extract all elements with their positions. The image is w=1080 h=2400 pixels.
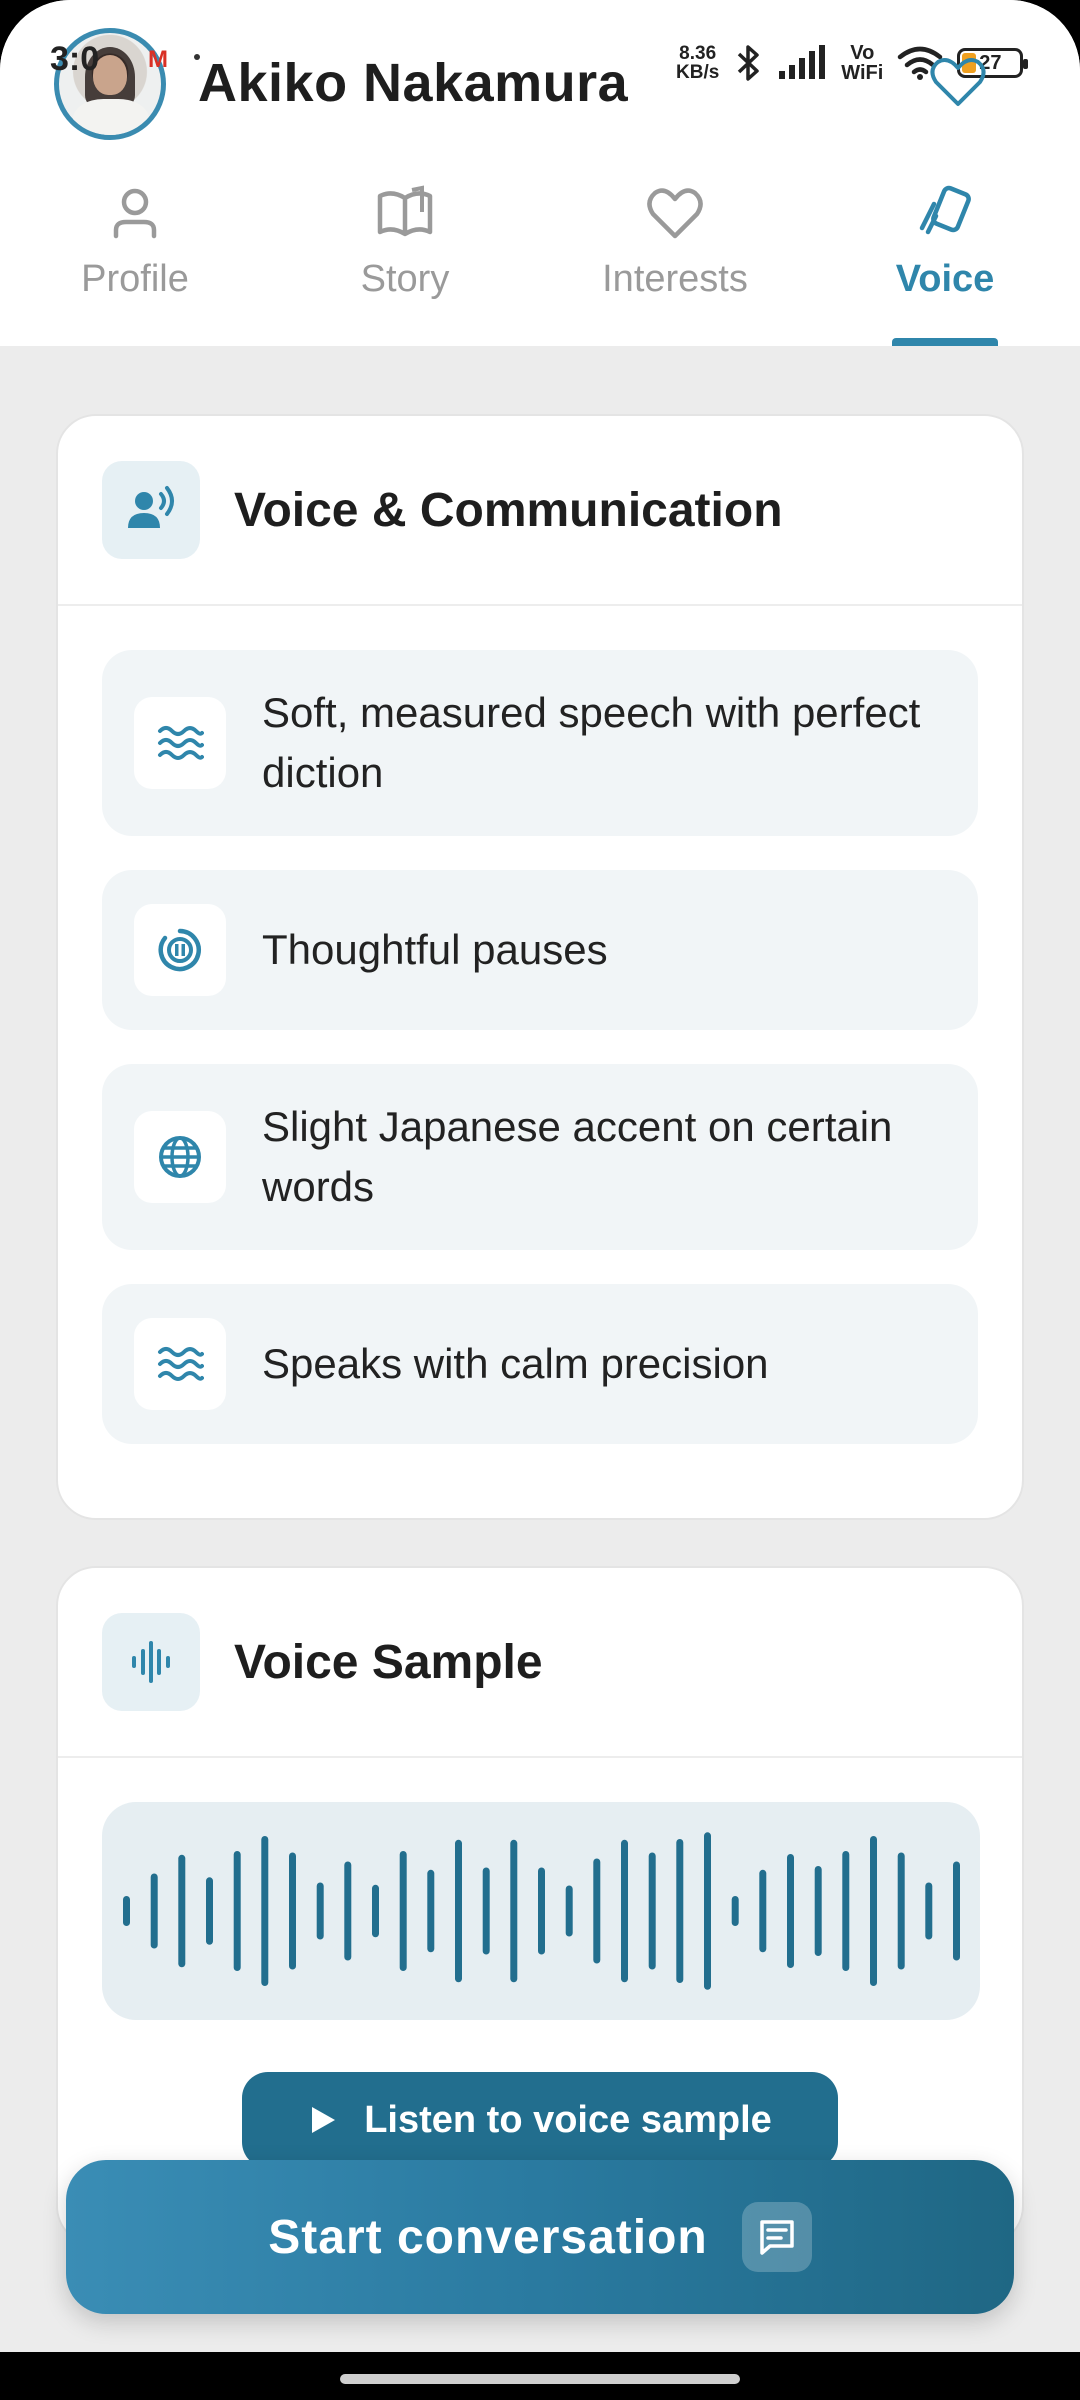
speaking-person-glyph — [128, 486, 174, 528]
pause-circle-icon — [134, 904, 226, 996]
tab-label: Voice — [895, 258, 995, 300]
waveform-bar — [565, 1885, 573, 1937]
app-screen: 3:0 M Akiko Nakamura 8.36 KB/s Vo WiFi 2… — [0, 0, 1080, 2352]
status-time: 3:0 — [50, 40, 100, 78]
waveform — [123, 1832, 960, 1990]
waveform-bar — [593, 1858, 601, 1964]
waveform-bar — [372, 1884, 379, 1938]
listen-label: Listen to voice sample — [364, 2098, 772, 2141]
waves-icon — [134, 1318, 226, 1410]
card-title: Voice & Communication — [234, 483, 783, 537]
card-header: Voice & Communication — [58, 416, 1022, 606]
waveform-bar — [261, 1836, 269, 1986]
pause-circle-glyph — [158, 928, 201, 972]
waveform-bar — [538, 1867, 545, 1955]
waveform-bar — [482, 1867, 490, 1955]
waveform-bar — [206, 1877, 213, 1945]
waveform-bar — [648, 1852, 656, 1970]
listen-sample-button[interactable]: Listen to voice sample — [242, 2072, 838, 2168]
waveform-bar — [704, 1832, 711, 1990]
card-header: Voice Sample — [58, 1568, 1022, 1758]
heart-icon — [647, 188, 703, 239]
waveform-bar — [316, 1882, 324, 1940]
waveform-bar — [953, 1861, 960, 1961]
avatar-body — [73, 99, 149, 135]
vowifi-bottom: WiFi — [841, 62, 884, 84]
trait-text: Thoughtful pauses — [262, 926, 608, 973]
waves-glyph — [158, 1347, 204, 1381]
waveform-bar — [427, 1869, 435, 1953]
audio-bars-glyph — [132, 1641, 170, 1683]
start-conversation-button[interactable]: Start conversation — [66, 2160, 1014, 2314]
chat-message-glyph — [759, 2220, 794, 2255]
waveform-bar — [150, 1873, 158, 1949]
waves-icon — [134, 697, 226, 789]
tab-label: Profile — [81, 258, 189, 300]
waveform-bar — [814, 1866, 822, 1956]
tab-voice[interactable]: Voice — [810, 170, 1080, 346]
vowifi-label: Vo WiFi — [841, 43, 883, 83]
user-name: Akiko Nakamura — [198, 53, 629, 113]
voice-sample-card: Voice Sample Listen to voice sample — [56, 1566, 1024, 2246]
tab-story[interactable]: Story — [270, 170, 540, 346]
home-indicator[interactable] — [340, 2374, 740, 2384]
globe-glyph — [159, 1136, 201, 1178]
waveform-bar — [455, 1839, 462, 1983]
tab-label: Story — [360, 258, 450, 300]
audio-bars-icon — [102, 1613, 200, 1711]
trait-item: Slight Japanese accent on certain words — [102, 1064, 978, 1250]
card-title: Voice Sample — [234, 1635, 543, 1689]
waveform-bar — [676, 1839, 684, 1983]
trait-text: Speaks with calm precision — [262, 1340, 769, 1387]
tab-interests[interactable]: Interests — [540, 170, 810, 346]
waveform-bar — [289, 1852, 296, 1970]
tab-label: Interests — [602, 258, 748, 300]
trait-text: Soft, measured speech with perfect dicti… — [262, 689, 921, 796]
waveform-bar — [842, 1851, 850, 1971]
app-header: 3:0 M Akiko Nakamura 8.36 KB/s Vo WiFi 2… — [0, 0, 1080, 170]
cards-icon — [919, 185, 971, 235]
waves-glyph — [158, 726, 204, 760]
open-book-icon — [377, 185, 433, 237]
net-speed-unit: KB/s — [676, 62, 720, 83]
globe-icon — [134, 1111, 226, 1203]
waveform-bar — [178, 1854, 186, 1968]
waveform-bar — [510, 1839, 518, 1983]
waveform-bar — [123, 1896, 130, 1926]
signal-icon — [779, 45, 826, 79]
speaking-person-icon — [102, 461, 200, 559]
trait-text: Slight Japanese accent on certain words — [262, 1103, 893, 1210]
start-conversation-label: Start conversation — [268, 2210, 708, 2264]
voice-communication-card: Voice & Communication Soft, measured spe… — [56, 414, 1024, 1520]
trait-item: Soft, measured speech with perfect dicti… — [102, 650, 978, 836]
tab-bar: Profile Story Interests Voice — [0, 170, 1080, 346]
gmail-icon: M — [148, 46, 168, 73]
active-tab-indicator — [892, 338, 998, 346]
waveform-bar — [897, 1852, 905, 1970]
play-icon — [312, 2107, 336, 2133]
net-speed: 8.36 KB/s — [676, 44, 719, 82]
net-speed-value: 8.36 — [679, 43, 717, 64]
waveform-bar — [621, 1839, 628, 1983]
waveform-bar — [731, 1896, 739, 1926]
chat-message-icon — [741, 2202, 812, 2272]
heart-outline-icon[interactable] — [928, 52, 988, 112]
waveform-bar — [925, 1882, 933, 1940]
person-icon — [113, 188, 157, 239]
waveform-bar — [344, 1861, 352, 1961]
bluetooth-icon — [738, 45, 760, 81]
tab-profile[interactable]: Profile — [0, 170, 270, 346]
vowifi-top: Vo — [850, 42, 875, 64]
waveform-panel — [102, 1802, 980, 2020]
trait-item: Thoughtful pauses — [102, 870, 978, 1030]
waveform-bar — [870, 1836, 877, 1986]
waveform-bar — [399, 1851, 407, 1971]
trait-item: Speaks with calm precision — [102, 1284, 978, 1444]
waveform-bar — [759, 1869, 767, 1953]
waveform-bar — [787, 1854, 794, 1968]
waveform-bar — [233, 1851, 241, 1971]
